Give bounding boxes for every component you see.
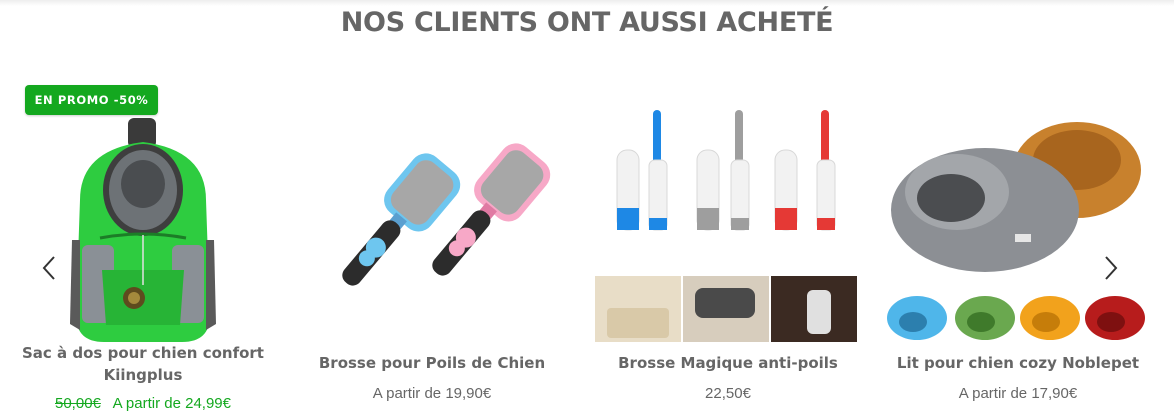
chevron-left-icon[interactable]	[40, 255, 60, 281]
section-heading: NOS CLIENTS ONT AUSSI ACHETÉ	[340, 7, 834, 38]
product-title[interactable]: Brosse pour Poils de Chien	[299, 352, 565, 374]
old-price: 50,00€	[55, 395, 101, 412]
product-image-backpack[interactable]	[10, 80, 276, 350]
product-title[interactable]: Lit pour chien cozy Noblepet	[885, 352, 1151, 374]
top-shadow	[0, 0, 1174, 6]
product-price: 22,50€	[705, 385, 751, 402]
product-title[interactable]: Brosse Magique anti-poils	[595, 352, 861, 374]
product-price: A partir de 19,90€	[372, 385, 492, 402]
product-image-dog-bed[interactable]	[885, 80, 1151, 350]
product-card-lint-roller[interactable]: Brosse Magique anti-poils 22,50€	[595, 60, 861, 418]
product-image-lint-roller[interactable]	[595, 80, 861, 350]
product-price: A partir de 17,90€	[958, 385, 1078, 402]
chevron-right-icon[interactable]	[1100, 255, 1120, 281]
promo-price: A partir de 24,99€	[112, 395, 231, 412]
product-card-brush[interactable]: Brosse pour Poils de Chien A partir de 1…	[299, 60, 565, 418]
product-price: 50,00€ A partir de 24,99€	[10, 395, 276, 412]
product-card-dog-bed[interactable]: Lit pour chien cozy Noblepet A partir de…	[885, 60, 1151, 418]
promo-badge: EN PROMO -50%	[25, 85, 158, 115]
product-image-brush[interactable]	[299, 80, 565, 350]
product-title[interactable]: Sac à dos pour chien confort Kiingplus	[10, 342, 276, 386]
product-title-line1[interactable]: Sac à dos pour chien confort	[22, 344, 264, 362]
product-title-line2[interactable]: Kiingplus	[104, 366, 183, 384]
